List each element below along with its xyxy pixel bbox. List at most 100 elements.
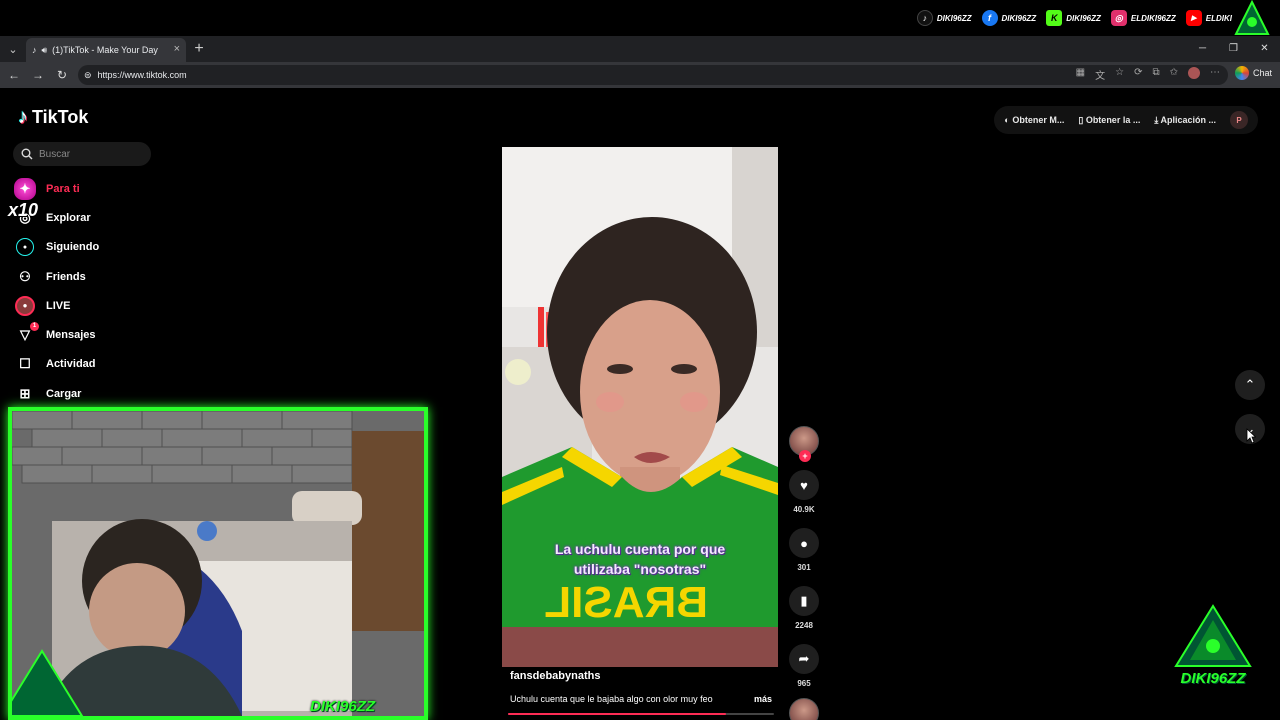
browser-tab-tiktok[interactable]: ♪ 🔊︎ (1)TikTok - Make Your Day × [26,38,186,62]
video-author[interactable]: fansdebabynaths [510,670,772,682]
like-action[interactable]: ♥ 40.9K [789,470,819,514]
tiktok-favicon-icon: ♪ [32,45,37,55]
video-player[interactable]: BRASIL La uchulu cuenta por que utilizab… [502,147,778,667]
sidebar-item-cargar[interactable]: ⊞ Cargar [14,379,99,408]
description-text: Uchulu cuenta que le bajaba algo con olo… [510,694,713,704]
social-youtube: ▶ ELDIKI [1185,10,1232,26]
video-caption-overlay: La uchulu cuenta por que utilizaba "noso… [502,539,778,579]
user-avatar[interactable]: P [1230,111,1248,129]
previous-video-button[interactable]: ⌃ [1235,370,1265,400]
reload-icon[interactable]: ↻ [50,68,74,82]
heart-icon[interactable]: ♥ [789,470,819,500]
new-tab-button[interactable]: + [186,40,212,58]
social-instagram: ◎ ELDIKI96ZZ [1110,10,1176,26]
get-app-label: Obtener la ... [1085,114,1141,125]
caption-line-2: utilizaba "nosotras" [573,561,707,577]
refresh-extension-icon[interactable]: ⟳ [1134,67,1142,82]
search-icon [21,148,33,160]
sidebar-nav: ✦ Para ti ◎ Explorar ● Siguiendo ⚇ Frien… [8,174,99,408]
sidebar-item-live[interactable]: ● LIVE [14,291,99,320]
sidebar-item-label: Mensajes [46,329,96,342]
social-label: DIKI96ZZ [936,13,972,23]
url-field[interactable]: ⊜ https://www.tiktok.com [78,65,1228,85]
desktop-app-link[interactable]: ⤓ Aplicación ... [1154,115,1216,126]
social-label: DIKI96ZZ [1001,13,1037,23]
creator-avatar[interactable]: + [789,426,819,462]
minimize-button[interactable]: ─ [1187,36,1218,62]
sidebar-item-friends[interactable]: ⚇ Friends [14,262,99,291]
instagram-icon: ◎ [1110,10,1127,26]
search-placeholder: Buscar [39,148,71,160]
webcam-streamer-tag: DIKI96ZZ [310,698,376,715]
browser-tab-bar: ⌄ ♪ 🔊︎ (1)TikTok - Make Your Day × + ─ ❐… [0,36,1280,62]
translate-icon[interactable]: 文 [1095,67,1105,82]
sidebar-item-label: Siguiendo [46,241,100,254]
comment-action[interactable]: ● 301 [789,528,819,572]
follow-plus-icon[interactable]: + [799,450,811,462]
back-arrow-icon[interactable]: ← [2,68,26,82]
like-count: 40.9K [793,505,815,514]
apps-icon[interactable]: ▦ [1076,67,1085,82]
get-effects-label: Obtener M... [1012,115,1065,125]
sidebar-item-para-ti[interactable]: ✦ Para ti [14,174,99,203]
upload-icon: ⊞ [19,385,31,401]
more-menu-icon[interactable]: ⋯ [1210,67,1220,82]
tiktok-logo[interactable]: ♪ TikTok [18,106,88,129]
search-input[interactable]: Buscar [13,142,151,166]
close-tab-icon[interactable]: × [174,43,180,55]
bookmark-icon[interactable]: ▮ [789,586,819,616]
sidebar-item-mensajes[interactable]: ▽ 1 Mensajes [14,320,99,349]
video-actions: + ♥ 40.9K ● 301 ▮ 2248 ➦ 965 [788,426,820,720]
favorite-star-icon[interactable]: ☆ [1115,67,1124,82]
live-icon: ● [15,295,35,316]
comment-icon[interactable]: ● [789,528,819,558]
corner-brand-name: DIKI96ZZ [1180,670,1246,687]
forward-arrow-icon[interactable]: → [26,68,50,82]
more-link[interactable]: más [754,694,772,704]
home-icon: ✦ [14,177,36,200]
profile-icon[interactable] [1188,67,1200,79]
video-progress-bar[interactable] [508,713,774,715]
youtube-icon: ▶ [1185,10,1202,26]
svg-text:BRASIL: BRASIL [544,578,708,627]
social-tiktok: ♪ DIKI96ZZ [916,10,972,26]
get-effects-link[interactable]: ◐ Obtener M... [1004,115,1064,125]
social-label: DIKI96ZZ [1066,13,1101,23]
favorites-icon[interactable]: ✩ [1170,67,1178,82]
social-facebook: f DIKI96ZZ [981,10,1037,26]
kick-icon: K [1046,10,1063,26]
caption-line-1: La uchulu cuenta por que [554,541,726,557]
share-arrow-icon[interactable]: ➦ [789,644,819,674]
sidebar-item-siguiendo[interactable]: ● Siguiendo [14,233,99,262]
chevron-up-icon: ⌃ [1244,377,1256,392]
close-window-button[interactable]: ✕ [1249,36,1280,62]
sidebar-item-label: Explorar [46,211,91,224]
get-app-link[interactable]: ▯ Obtener la ... [1078,115,1140,126]
social-handles: ♪ DIKI96ZZ f DIKI96ZZ K DIKI96ZZ ◎ ELDIK… [916,10,1232,26]
tab-actions-button[interactable]: ⌄ [0,36,26,62]
site-info-icon[interactable]: ⊜ [84,70,92,81]
social-kick: K DIKI96ZZ [1046,10,1101,26]
extensions-icon[interactable]: ⧉ [1152,67,1159,82]
sidebar-item-actividad[interactable]: ☐ Actividad [14,350,99,379]
sidebar-item-label: Cargar [46,387,82,400]
tab-title: (1)TikTok - Make Your Day [52,45,158,55]
save-action[interactable]: ▮ 2248 [789,586,819,630]
share-action[interactable]: ➦ 965 [789,644,819,688]
brand-name: TikTok [32,107,89,127]
window-controls: ─ ❐ ✕ [1187,36,1280,62]
speaker-icon[interactable]: 🔊︎ [42,45,48,56]
tiktok-icon: ♪ [916,10,933,26]
facebook-icon: f [981,10,998,26]
mouse-cursor-icon [1246,428,1256,444]
stream-overlay-bar: ♪ DIKI96ZZ f DIKI96ZZ K DIKI96ZZ ◎ ELDIK… [0,0,1280,36]
social-label: ELDIKI96ZZ [1130,13,1176,23]
sidebar-item-label: Para ti [46,182,80,195]
copilot-chat-button[interactable]: Chat [1234,66,1272,80]
restore-button[interactable]: ❐ [1218,36,1249,62]
social-label: ELDIKI [1205,13,1232,23]
sound-disc-avatar[interactable] [789,698,819,720]
streamer-webcam [8,407,428,720]
address-bar-icons: ▦ 文 ☆ ⟳ ⧉ ✩ ⋯ [1076,67,1220,82]
copilot-icon [1234,66,1249,80]
